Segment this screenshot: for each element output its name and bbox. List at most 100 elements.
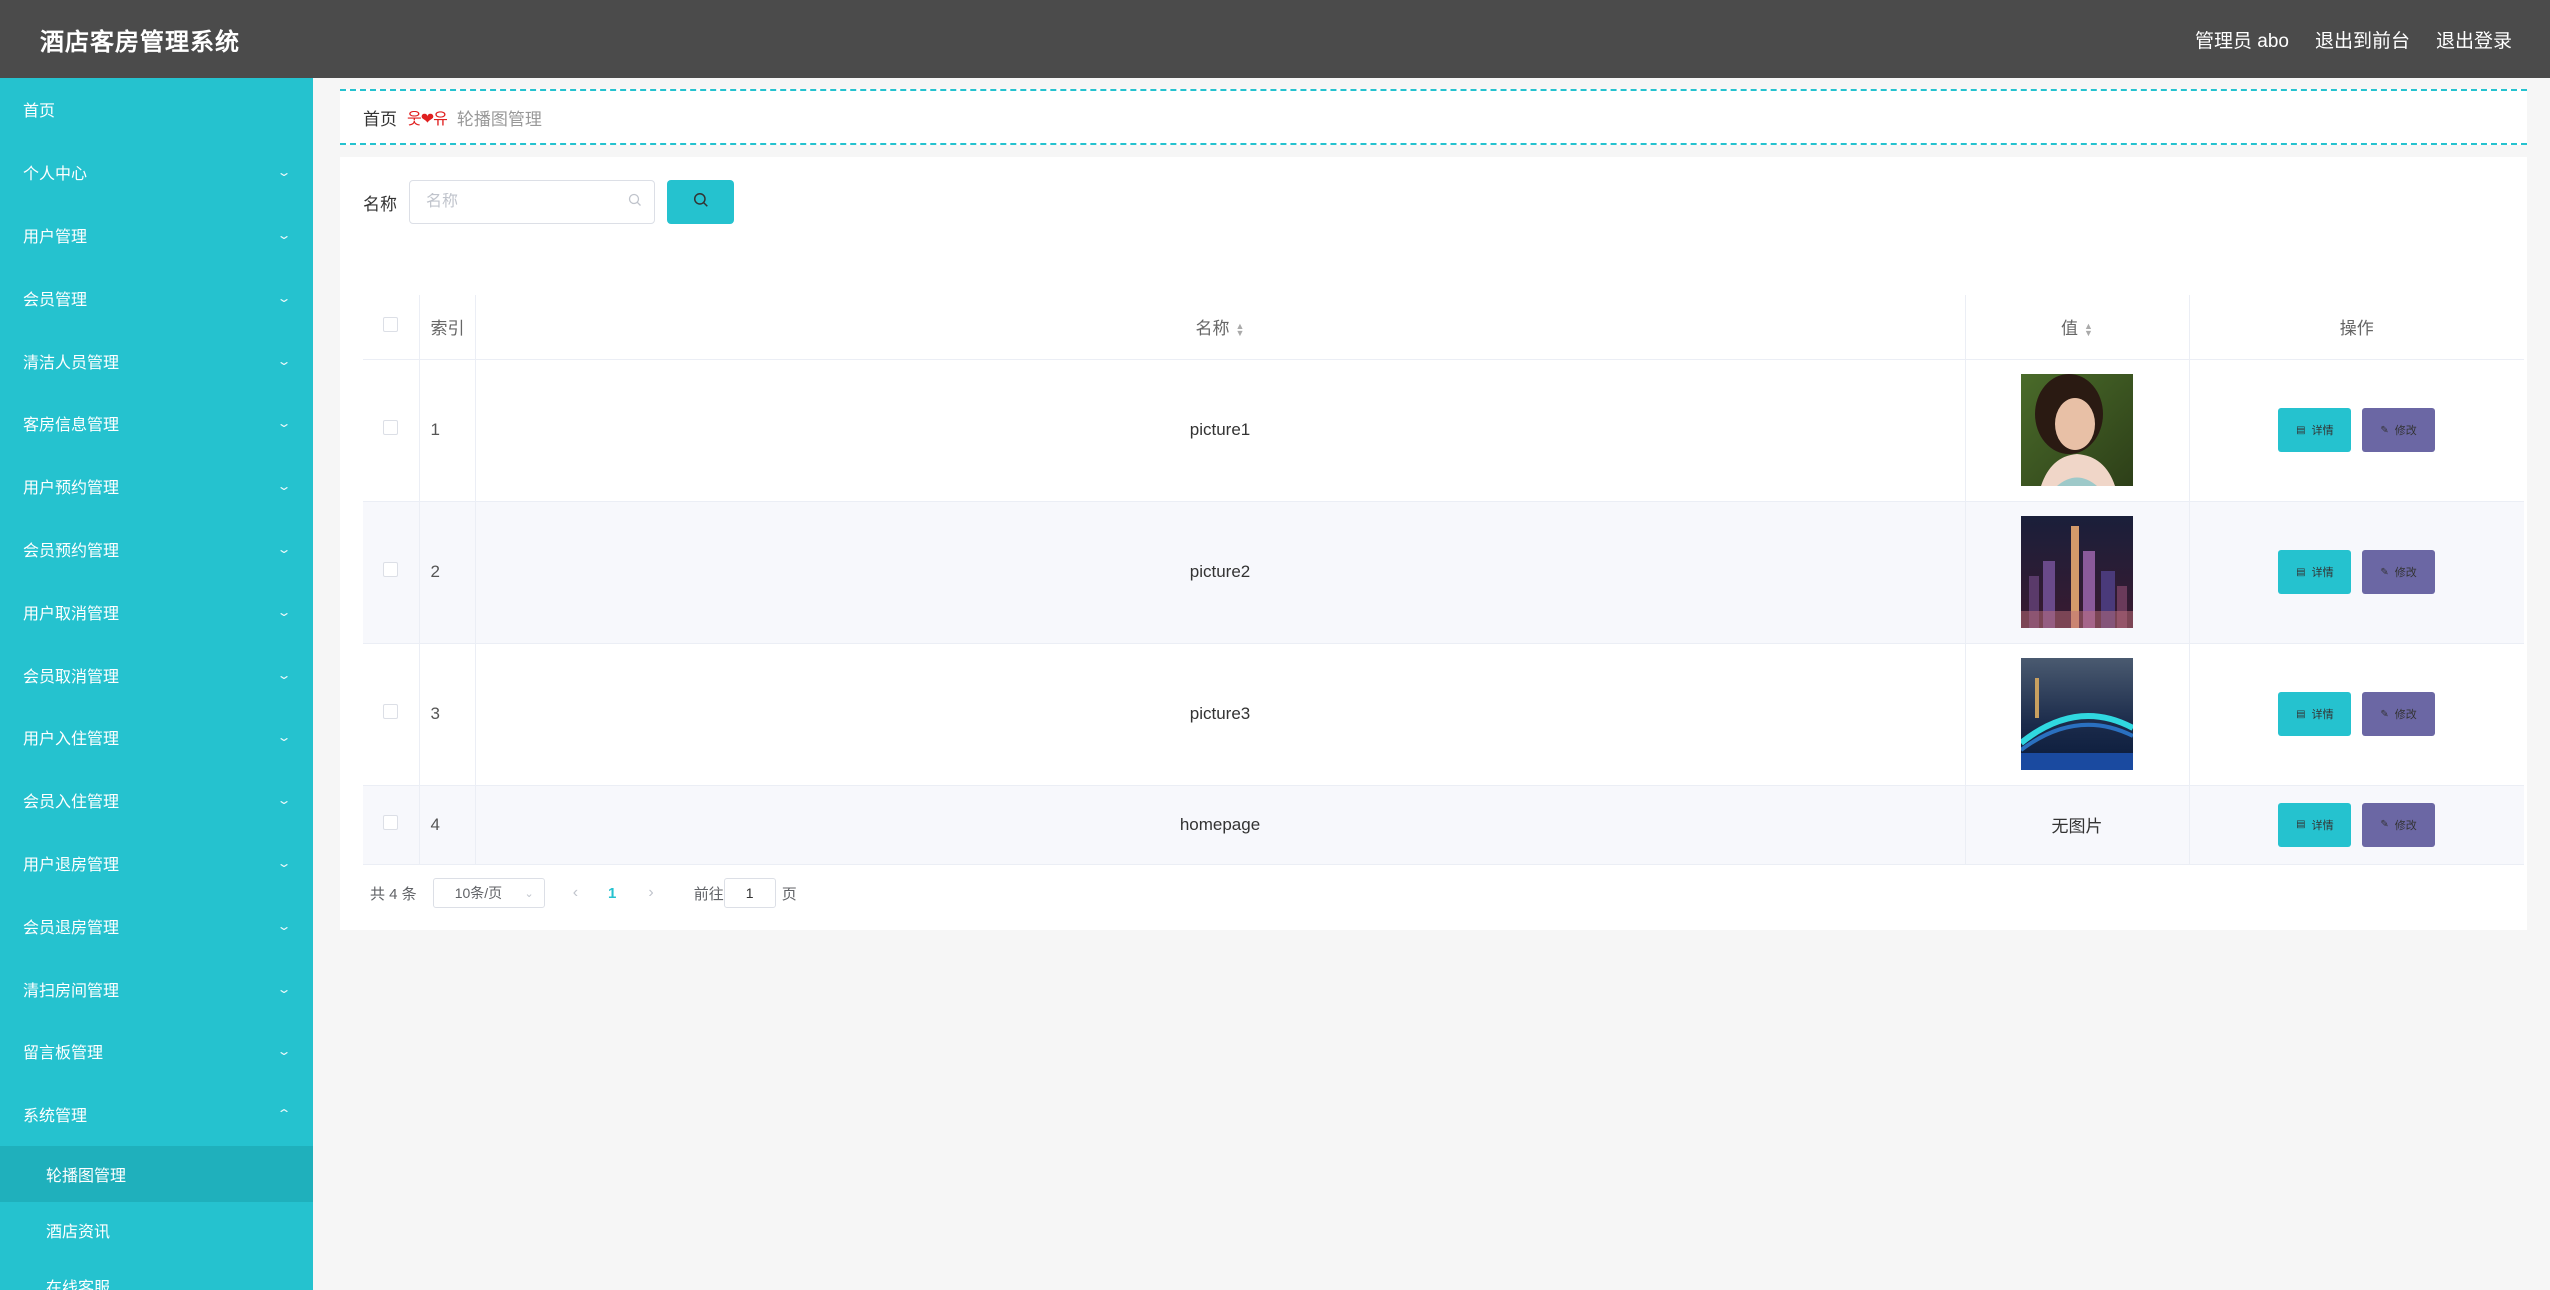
sidebar-item-user-booking[interactable]: 用户预约管理 ⌄ (0, 455, 313, 518)
detail-button[interactable]: ▤ 详情 (2278, 550, 2352, 594)
table-row: 2 picture2 ▤ 详情 ✎ 修改 (363, 501, 2524, 644)
page-size-select[interactable]: 10条/页 ⌄ (432, 878, 545, 908)
sidebar-item-member-booking[interactable]: 会员预约管理 ⌄ (0, 518, 313, 581)
row-checkbox-cell (363, 643, 420, 786)
column-header-value-label: 值 (2061, 319, 2079, 339)
sidebar-item-room-cleaning[interactable]: 清扫房间管理 ⌄ (0, 957, 313, 1020)
row-index: 4 (419, 785, 476, 865)
column-header-index: 索引 (419, 295, 476, 360)
sidebar-item-member-management[interactable]: 会员管理 ⌄ (0, 266, 313, 329)
edit-button-label: 修改 (2394, 819, 2417, 832)
pencil-icon: ✎ (2380, 708, 2389, 720)
sidebar-item-member-checkout[interactable]: 会员退房管理 ⌄ (0, 894, 313, 957)
row-checkbox-cell (363, 785, 420, 865)
edit-button[interactable]: ✎ 修改 (2362, 692, 2436, 736)
chevron-down-icon: ⌄ (276, 479, 292, 494)
row-actions: ▤ 详情 ✎ 修改 (2189, 359, 2524, 502)
goto-page-input[interactable] (723, 878, 776, 908)
edit-button[interactable]: ✎ 修改 (2362, 550, 2436, 594)
detail-button[interactable]: ▤ 详情 (2278, 692, 2352, 736)
detail-button-label: 详情 (2311, 709, 2334, 721)
row-actions: ▤ 详情 ✎ 修改 (2189, 501, 2524, 644)
search-icon (693, 192, 709, 213)
row-name: homepage (475, 785, 1966, 865)
search-row: 名称 (363, 180, 734, 224)
breadcrumb-home[interactable]: 首页 (363, 105, 397, 130)
breadcrumb: 首页 웃❤유 轮播图管理 (340, 89, 2527, 145)
page-number-current[interactable]: 1 (608, 885, 616, 902)
column-header-name-label: 名称 (1195, 319, 1230, 339)
next-page-icon[interactable]: › (648, 884, 653, 902)
detail-button[interactable]: ▤ 详情 (2278, 408, 2352, 452)
search-icon (628, 193, 642, 212)
chevron-down-icon: ⌄ (276, 793, 292, 808)
sidebar-item-system-management[interactable]: 系统管理 ⌃ (0, 1083, 313, 1146)
sidebar-item-user-checkin[interactable]: 用户入住管理 ⌄ (0, 706, 313, 769)
sidebar-item-message-board[interactable]: 留言板管理 ⌄ (0, 1020, 313, 1083)
sort-icon[interactable]: ▲ ▼ (2084, 321, 2093, 337)
sidebar-subitem-label: 在线客服 (46, 1279, 111, 1290)
sidebar-item-label: 用户退房管理 (23, 856, 120, 874)
sidebar-item-home[interactable]: 首页 (0, 78, 313, 141)
detail-button-label: 详情 (2311, 567, 2334, 579)
row-name: picture3 (475, 643, 1966, 786)
chevron-down-icon: ⌄ (276, 165, 292, 180)
table-row: 1 picture1 ▤ 详情 ✎ 修改 (363, 359, 2524, 502)
chevron-down-icon: ⌄ (276, 290, 292, 305)
search-box (409, 180, 655, 224)
edit-button[interactable]: ✎ 修改 (2362, 802, 2436, 847)
bridge-night-thumbnail (2021, 658, 2133, 770)
row-value (1965, 501, 2190, 644)
portrait-thumbnail (2021, 374, 2133, 486)
sidebar-item-label: 首页 (23, 103, 56, 121)
edit-button-label: 修改 (2394, 709, 2417, 721)
column-header-value[interactable]: 值 ▲ ▼ (1965, 295, 2190, 360)
logout-link[interactable]: 退出登录 (2436, 26, 2512, 53)
sidebar-item-personal-center[interactable]: 个人中心 ⌄ (0, 141, 313, 204)
sidebar-subitem-label: 轮播图管理 (46, 1167, 127, 1185)
row-index: 1 (419, 359, 476, 502)
sort-icon[interactable]: ▲ ▼ (1236, 321, 1245, 337)
sidebar-item-member-checkin[interactable]: 会员入住管理 ⌄ (0, 769, 313, 832)
search-button[interactable] (667, 180, 734, 224)
sidebar-item-user-checkout[interactable]: 用户退房管理 ⌄ (0, 832, 313, 895)
sidebar-item-user-management[interactable]: 用户管理 ⌄ (0, 204, 313, 267)
sidebar-item-label: 会员退房管理 (23, 919, 120, 937)
exit-to-front-link[interactable]: 退出到前台 (2315, 26, 2410, 53)
sidebar-subitem-online-service[interactable]: 在线客服 (0, 1258, 313, 1290)
admin-user-label[interactable]: 管理员 abo (2195, 26, 2289, 53)
sidebar-item-cleaner-management[interactable]: 清洁人员管理 ⌄ (0, 329, 313, 392)
sidebar-item-label: 个人中心 (23, 166, 88, 184)
search-input[interactable] (426, 193, 606, 211)
prev-page-icon[interactable]: ‹ (573, 884, 578, 902)
sidebar-item-member-cancel[interactable]: 会员取消管理 ⌄ (0, 643, 313, 706)
goto-prefix: 前往 (693, 885, 724, 903)
chevron-down-icon: ⌄ (276, 353, 292, 368)
sidebar-item-label: 用户取消管理 (23, 605, 120, 623)
row-value (1965, 643, 2190, 786)
select-all-checkbox[interactable] (383, 316, 399, 332)
sidebar-item-label: 用户入住管理 (23, 731, 120, 749)
edit-button-label: 修改 (2394, 425, 2417, 437)
sidebar-subitem-carousel[interactable]: 轮播图管理 (0, 1145, 313, 1202)
row-checkbox[interactable] (383, 562, 399, 577)
chevron-down-icon: ⌄ (276, 227, 292, 242)
sidebar-item-room-info[interactable]: 客房信息管理 ⌄ (0, 392, 313, 455)
edit-button-label: 修改 (2394, 567, 2417, 579)
sidebar-item-label: 用户预约管理 (23, 480, 120, 498)
breadcrumb-current: 轮播图管理 (456, 109, 542, 129)
detail-button[interactable]: ▤ 详情 (2278, 802, 2352, 847)
row-checkbox[interactable] (383, 420, 399, 435)
sidebar-subitem-label: 酒店资讯 (46, 1223, 111, 1241)
edit-button[interactable]: ✎ 修改 (2362, 408, 2436, 452)
sidebar-item-user-cancel[interactable]: 用户取消管理 ⌄ (0, 580, 313, 643)
column-header-name[interactable]: 名称 ▲ ▼ (475, 295, 1966, 360)
sidebar-subitem-hotel-news[interactable]: 酒店资讯 (0, 1202, 313, 1258)
row-checkbox[interactable] (383, 704, 399, 719)
table-header-row: 索引 名称 ▲ ▼ 值 ▲ ▼ 操作 (363, 295, 2524, 360)
chevron-up-icon: ⌃ (276, 1107, 292, 1122)
table-row: 3 picture3 ▤ 详情 ✎ 修改 (363, 643, 2524, 786)
row-checkbox[interactable] (383, 814, 399, 830)
pencil-icon: ✎ (2380, 819, 2389, 830)
top-bar: 酒店客房管理系统 管理员 abo 退出到前台 退出登录 (0, 0, 2550, 78)
